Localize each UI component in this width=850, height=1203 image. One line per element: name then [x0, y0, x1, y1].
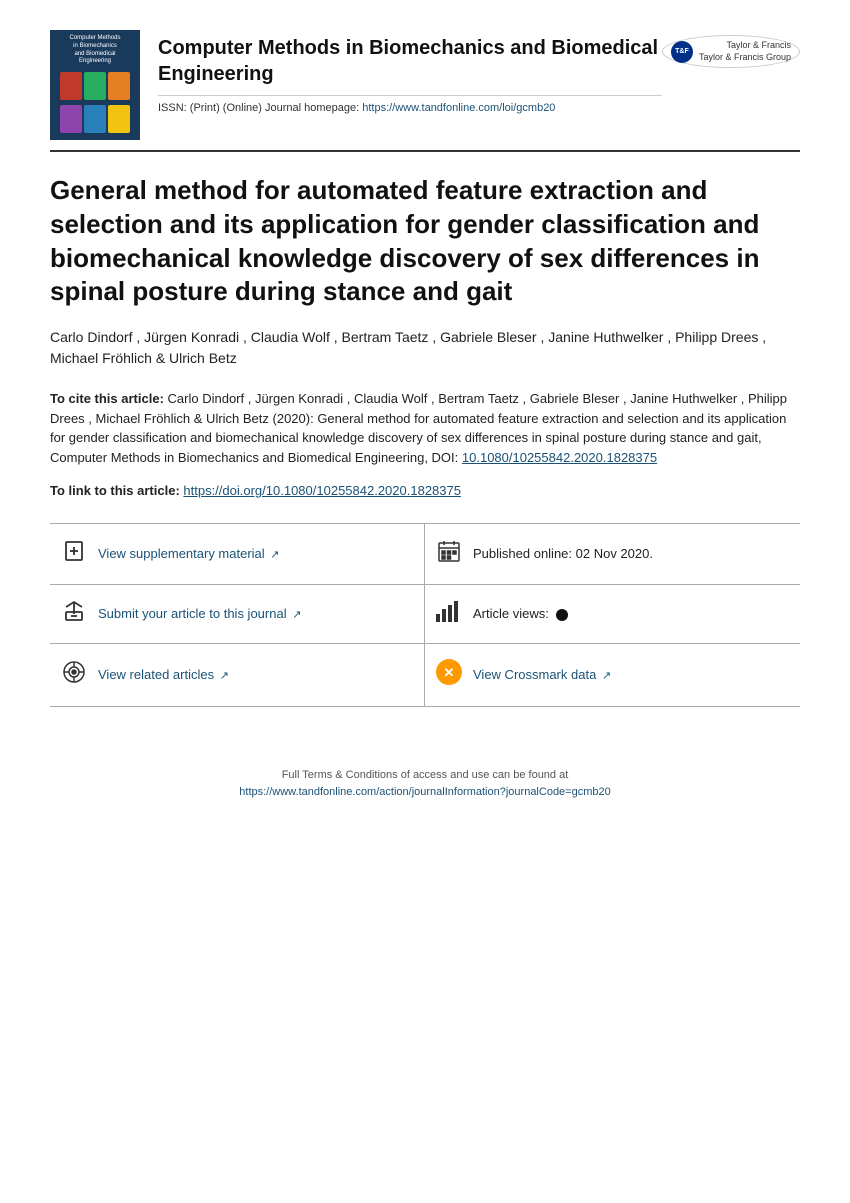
citation-block: To cite this article: Carlo Dindorf , Jü… — [50, 389, 800, 467]
footer-line1: Full Terms & Conditions of access and us… — [50, 767, 800, 785]
submit-link[interactable]: Submit your article to this journal ↗ — [98, 606, 301, 621]
tf-circle-icon: T&F — [671, 41, 693, 63]
article-doi-link[interactable]: https://doi.org/10.1080/10255842.2020.18… — [183, 483, 461, 498]
external-icon-related: ↗ — [220, 670, 229, 682]
supplementary-text: View supplementary material — [98, 546, 265, 561]
journal-header: Computer Methodsin Biomechanicsand Biome… — [50, 30, 800, 152]
related-icon — [60, 659, 88, 691]
tf-logo-inner: T&F Taylor & Francis Taylor & Francis Gr… — [662, 35, 800, 68]
action-related: View related articles ↗ — [50, 644, 425, 707]
calendar-icon — [435, 538, 463, 570]
cover-block-2 — [84, 72, 106, 100]
views-icon — [435, 600, 463, 628]
external-icon-supplementary: ↗ — [270, 549, 279, 561]
submit-icon — [60, 599, 88, 629]
article-title: General method for automated feature ext… — [50, 174, 800, 309]
crossmark-link[interactable]: View Crossmark data ↗ — [473, 667, 611, 682]
submit-text: Submit your article to this journal — [98, 606, 287, 621]
cover-block-1 — [60, 72, 82, 100]
action-supplementary: View supplementary material ↗ — [50, 524, 425, 585]
citation-label: To cite this article: — [50, 391, 164, 406]
action-grid: View supplementary material ↗ Pu — [50, 523, 800, 707]
cover-block-3 — [108, 72, 130, 100]
cover-block-5 — [84, 105, 106, 133]
action-published: Published online: 02 Nov 2020. — [425, 524, 800, 585]
article-link-line: To link to this article: https://doi.org… — [50, 481, 800, 501]
cover-block-6 — [108, 105, 130, 133]
link-label: To link to this article: — [50, 483, 183, 498]
cover-title: Computer Methodsin Biomechanicsand Biome… — [69, 35, 120, 66]
tf-logo: T&F Taylor & Francis Taylor & Francis Gr… — [662, 30, 800, 68]
cover-block-4 — [60, 105, 82, 133]
footer-link[interactable]: https://www.tandfonline.com/action/journ… — [239, 786, 610, 798]
authors: Carlo Dindorf , Jürgen Konradi , Claudia… — [50, 327, 800, 369]
related-text: View related articles — [98, 667, 214, 682]
action-submit: Submit your article to this journal ↗ — [50, 585, 425, 644]
views-dot — [556, 609, 568, 621]
footer: Full Terms & Conditions of access and us… — [50, 767, 800, 802]
citation-doi-link[interactable]: 10.1080/10255842.2020.1828375 — [462, 450, 657, 465]
crossmark-icon: ✕ — [435, 658, 463, 692]
external-icon-submit: ↗ — [292, 609, 301, 621]
cover-image-area — [55, 70, 135, 135]
published-text: Published online: 02 Nov 2020. — [473, 546, 653, 561]
action-crossmark: ✕ View Crossmark data ↗ — [425, 644, 800, 707]
svg-text:✕: ✕ — [444, 665, 455, 680]
issn-line: ISSN: (Print) (Online) Journal homepage:… — [158, 95, 662, 114]
tf-text: Taylor & Francis Taylor & Francis Group — [699, 40, 791, 63]
supplementary-icon — [60, 539, 88, 569]
crossmark-text: View Crossmark data — [473, 667, 596, 682]
page: Computer Methodsin Biomechanicsand Biome… — [0, 0, 850, 842]
views-text: Article views: — [473, 606, 568, 621]
supplementary-link[interactable]: View supplementary material ↗ — [98, 546, 280, 561]
action-views: Article views: — [425, 585, 800, 644]
journal-info: Computer Methods in Biomechanics and Bio… — [158, 30, 662, 114]
issn-label: ISSN: (Print) (Online) Journal homepage: — [158, 102, 359, 114]
external-icon-crossmark: ↗ — [602, 670, 611, 682]
journal-homepage-link[interactable]: https://www.tandfonline.com/loi/gcmb20 — [362, 102, 555, 114]
journal-name: Computer Methods in Biomechanics and Bio… — [158, 35, 662, 87]
related-link[interactable]: View related articles ↗ — [98, 667, 229, 682]
journal-cover: Computer Methodsin Biomechanicsand Biome… — [50, 30, 140, 140]
